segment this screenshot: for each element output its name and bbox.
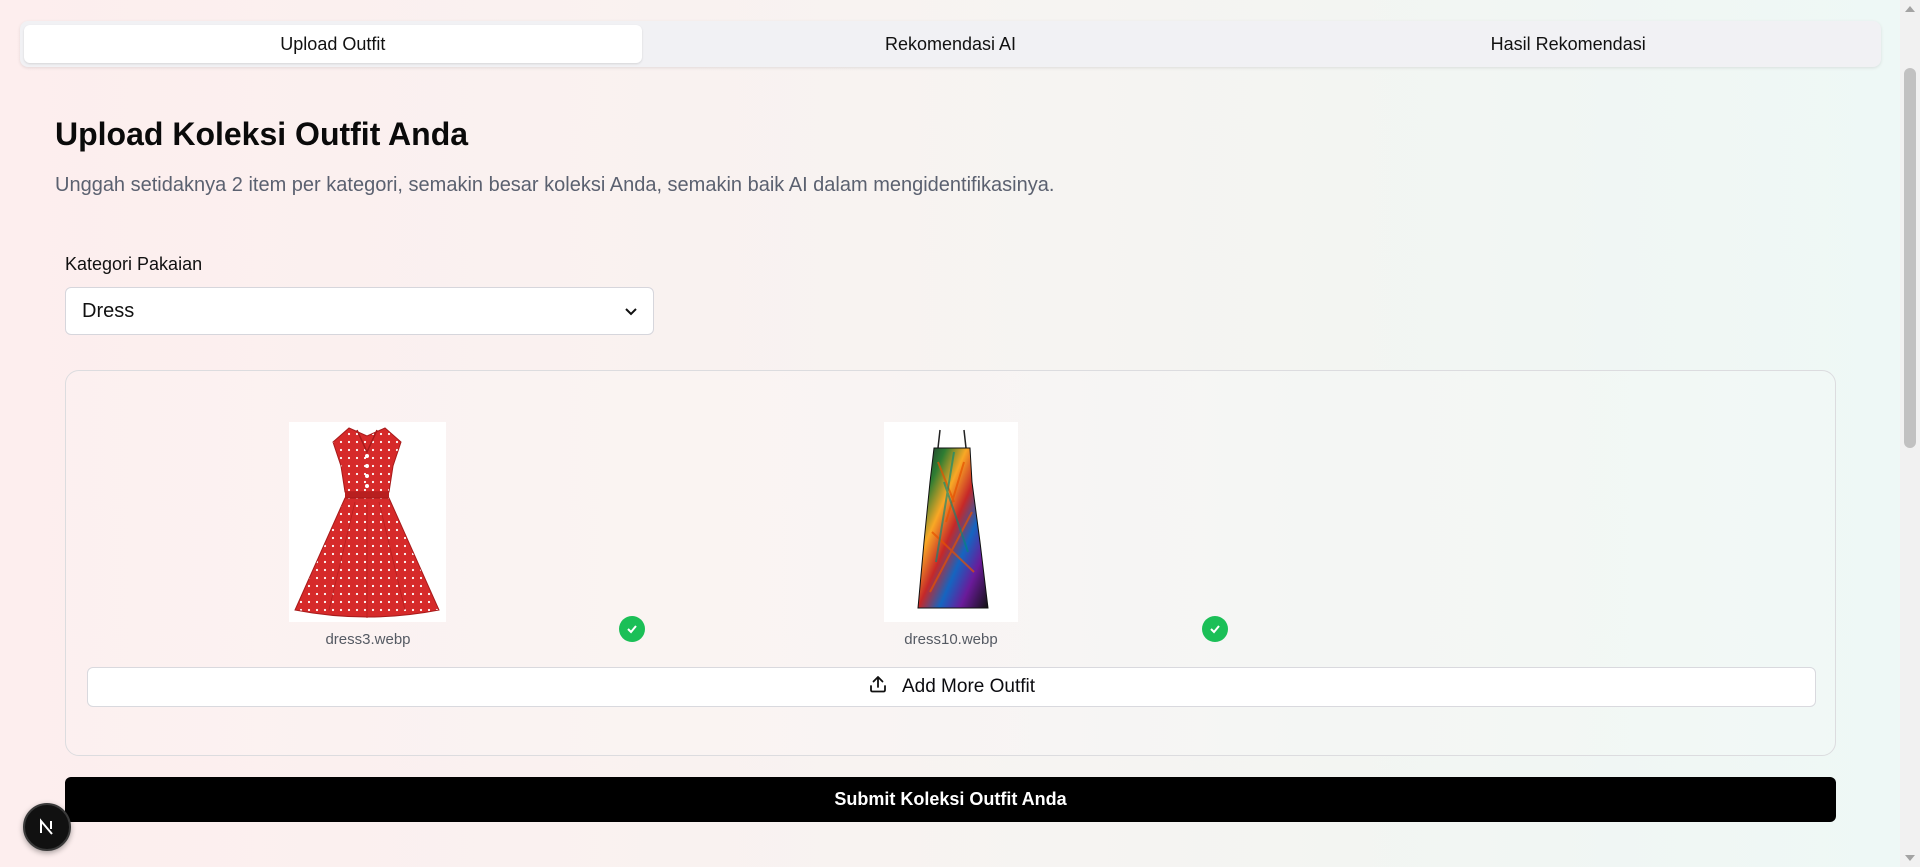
add-more-outfit-button[interactable]: Add More Outfit — [87, 667, 1816, 707]
category-select[interactable]: Dress — [65, 287, 654, 335]
tab-hasil-rekomendasi[interactable]: Hasil Rekomendasi — [1259, 25, 1877, 63]
scroll-down-icon[interactable] — [1905, 855, 1915, 861]
chevron-down-icon — [625, 303, 637, 319]
page-title: Upload Koleksi Outfit Anda — [55, 116, 469, 152]
category-selected-value: Dress — [82, 299, 135, 322]
n-logo-icon[interactable] — [23, 803, 71, 851]
dress-thumbnail — [884, 422, 1018, 622]
page: Upload Outfit Rekomendasi AI Hasil Rekom… — [0, 0, 1900, 867]
page-subtitle: Unggah setidaknya 2 item per kategori, s… — [55, 174, 1055, 196]
scroll-thumb[interactable] — [1904, 68, 1916, 448]
vertical-scrollbar[interactable] — [1900, 0, 1920, 867]
upload-filename: dress3.webp — [325, 631, 411, 648]
check-circle-icon — [1202, 616, 1228, 642]
category-label: Kategori Pakaian — [65, 254, 203, 274]
upload-icon — [868, 674, 888, 700]
upload-panel: dress3.webp dress10.webp Add More Outfit — [65, 370, 1836, 756]
dress-thumbnail — [289, 422, 446, 622]
tab-upload-outfit[interactable]: Upload Outfit — [24, 25, 642, 63]
check-circle-icon — [619, 616, 645, 642]
add-more-label: Add More Outfit — [901, 676, 1036, 697]
scroll-up-icon[interactable] — [1905, 6, 1915, 12]
upload-filename: dress10.webp — [904, 631, 998, 648]
tab-rekomendasi-ai[interactable]: Rekomendasi AI — [642, 25, 1260, 63]
submit-collection-button[interactable]: Submit Koleksi Outfit Anda — [65, 777, 1836, 822]
tab-list: Upload Outfit Rekomendasi AI Hasil Rekom… — [20, 21, 1881, 67]
